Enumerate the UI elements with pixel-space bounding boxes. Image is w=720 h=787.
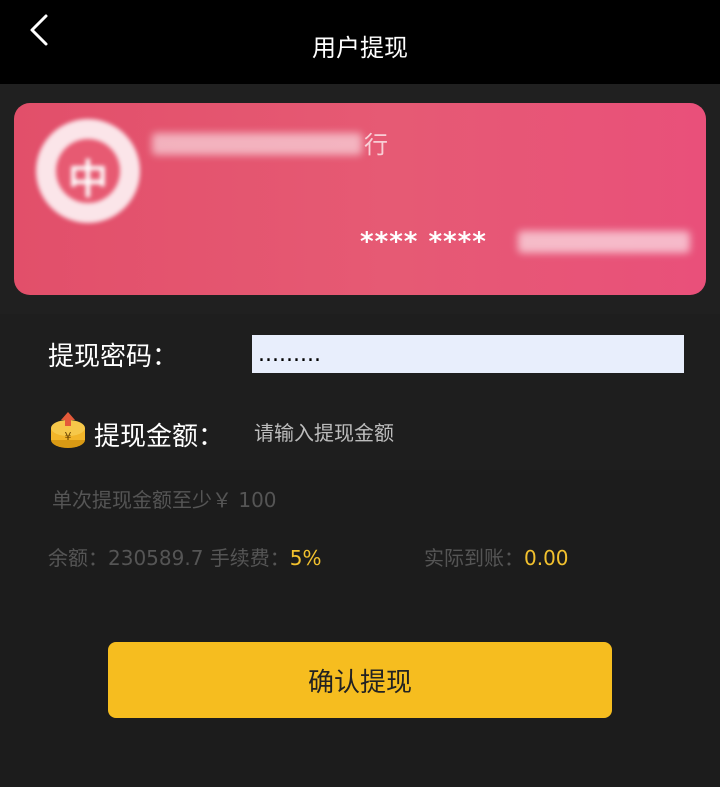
bank-name: 行 [364,131,388,159]
top-bar: 用户提现 [0,0,720,84]
actual-label: 实际到账： [424,546,524,570]
bank-name-redacted [152,133,362,155]
actual-value: 0.00 [524,546,569,570]
fee-value: 5% [289,546,322,570]
confirm-withdraw-button[interactable]: 确认提现 [108,642,612,718]
actual-info: 实际到账：0.00 [424,542,569,571]
balance-label: 余额： [48,546,108,570]
bank-logo: 中 [36,119,140,223]
card-number: **** **** [360,227,487,257]
balance-value: 230589.7 [108,546,204,570]
bank-card[interactable]: 中 行 **** **** [14,103,706,295]
min-amount-note: 单次提现金额至少￥ 100 [52,488,277,512]
bank-logo-mark: 中 [56,139,120,203]
card-number-redacted [518,231,690,253]
fee-label: 手续费： [209,546,290,570]
bank-logo-glyph: 中 [68,157,108,203]
info-section [0,470,720,787]
balance-info: 余额：230589.7 手续费：5% [48,542,322,571]
amount-input[interactable] [252,416,686,450]
amount-label: 提现金额： [94,422,225,452]
password-label: 提现密码： [48,342,179,372]
page-title: 用户提现 [312,34,408,62]
svg-text:¥: ¥ [65,430,72,443]
password-input[interactable] [252,335,684,373]
coin-upload-icon: ¥ [51,412,85,448]
